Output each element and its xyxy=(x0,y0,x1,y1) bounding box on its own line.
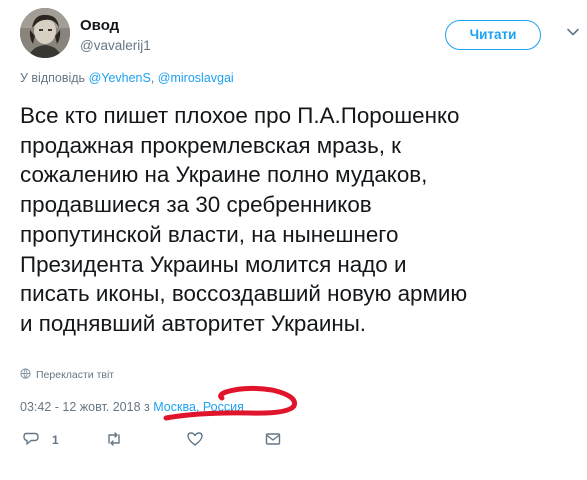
location-prefix: з xyxy=(140,400,154,414)
avatar[interactable] xyxy=(20,8,70,58)
mention-link[interactable]: @miroslavgai xyxy=(158,71,234,85)
reply-count: 1 xyxy=(52,433,59,447)
retweet-icon[interactable] xyxy=(105,430,123,448)
red-underline-annotation xyxy=(163,385,297,421)
reply-icon[interactable] xyxy=(22,430,40,448)
chevron-down-icon[interactable] xyxy=(566,25,580,39)
tweet-actions: 1 xyxy=(22,430,322,450)
reply-prefix: У відповідь xyxy=(20,71,86,85)
tweet-timestamp[interactable]: 03:42 - 12 жовт. 2018 xyxy=(20,400,141,414)
display-name[interactable]: Овод xyxy=(80,17,119,34)
globe-icon xyxy=(20,368,31,379)
mention-link[interactable]: @YevhenS xyxy=(89,71,151,85)
mention-separator: , xyxy=(150,71,158,85)
tweet-text: Все кто пишет плохое про П.А.Порошенко п… xyxy=(20,103,468,336)
translate-label: Перекласти твіт xyxy=(36,369,115,381)
message-icon[interactable] xyxy=(264,430,282,448)
tweet-header: Овод @vavalerij1 Читати xyxy=(20,8,580,60)
follow-button[interactable]: Читати xyxy=(445,20,541,50)
like-icon[interactable] xyxy=(186,430,204,448)
translate-tweet-link[interactable]: Перекласти твіт xyxy=(20,368,114,381)
username-handle[interactable]: @vavalerij1 xyxy=(80,38,151,53)
reply-context: У відповідь @YevhenS, @miroslavgai xyxy=(20,71,234,85)
